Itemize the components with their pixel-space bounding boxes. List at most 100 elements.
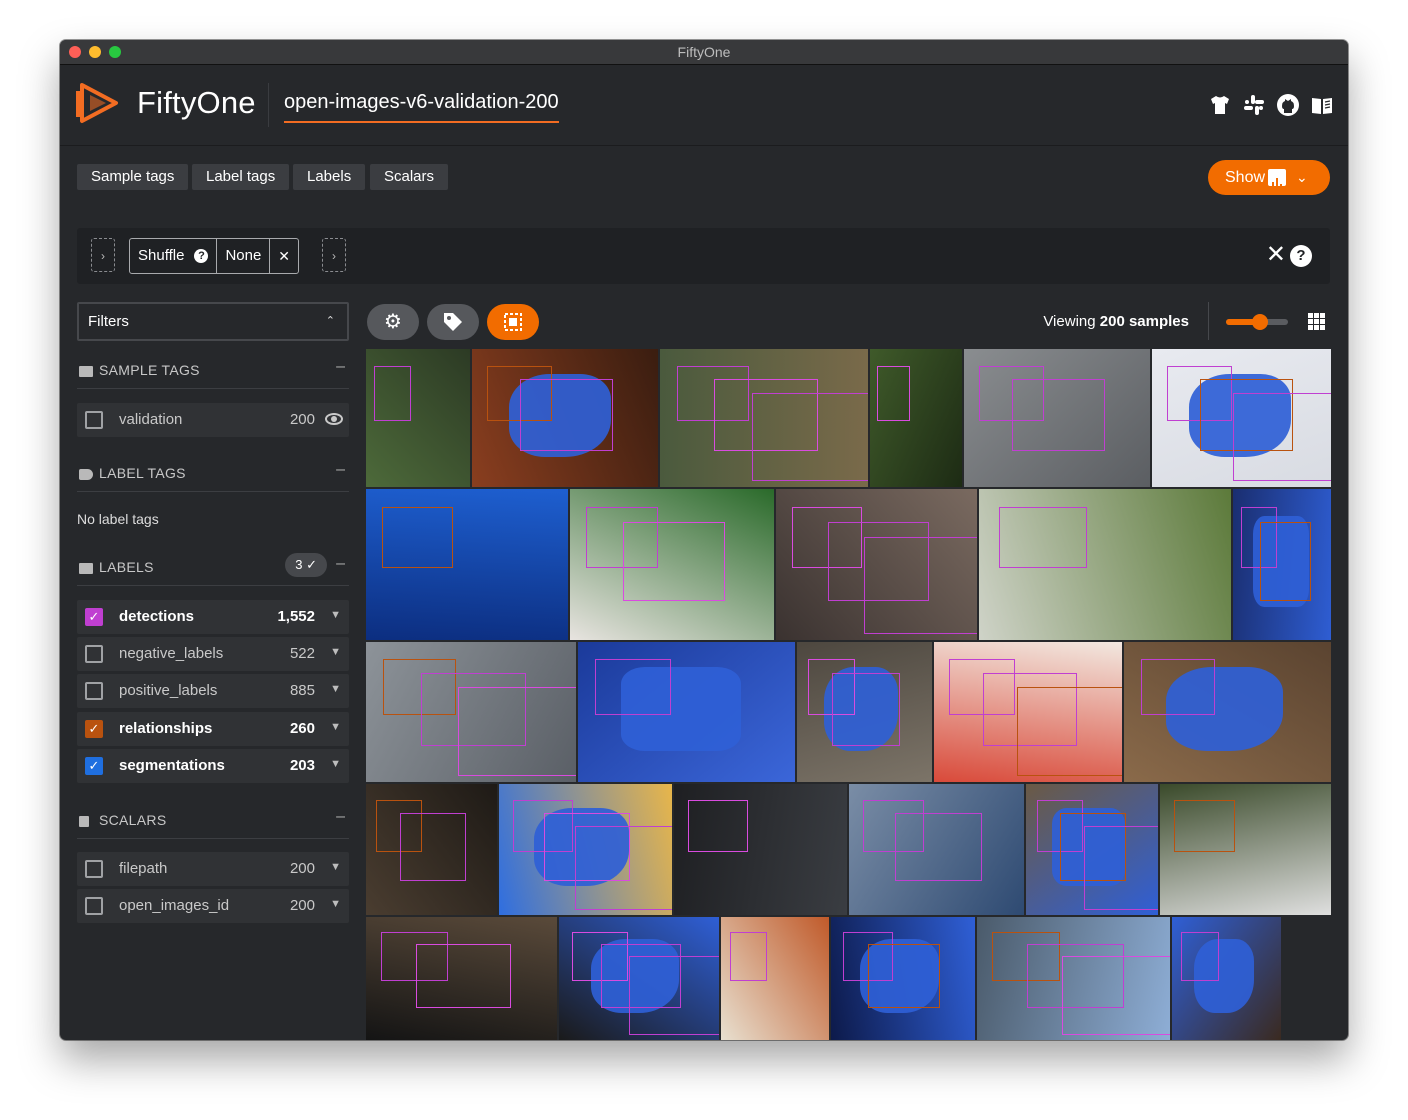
- sample-thumbnail[interactable]: [1124, 642, 1331, 782]
- detection-box: [623, 522, 726, 601]
- minimize-window-button[interactable]: [89, 46, 101, 58]
- zoom-slider-knob[interactable]: [1252, 314, 1269, 330]
- checkbox[interactable]: [85, 897, 103, 915]
- tag-name: validation: [119, 411, 183, 428]
- collapse-icon[interactable]: –: [336, 358, 345, 376]
- sample-thumbnail[interactable]: [674, 784, 847, 915]
- expand-arrow-icon[interactable]: ▼: [330, 861, 341, 873]
- remove-stage-icon[interactable]: ✕: [270, 239, 298, 273]
- close-window-button[interactable]: [69, 46, 81, 58]
- dataset-selector[interactable]: open-images-v6-validation-200: [284, 91, 559, 123]
- checkbox-checked[interactable]: ✓: [85, 757, 103, 775]
- sample-thumbnail[interactable]: [366, 784, 497, 915]
- sample-thumbnail[interactable]: [776, 489, 977, 640]
- github-icon[interactable]: [1276, 93, 1300, 117]
- filters-dropdown[interactable]: Filters ⌃: [77, 302, 349, 341]
- collapse-icon[interactable]: –: [336, 808, 345, 826]
- sample-thumbnail[interactable]: [1026, 784, 1158, 915]
- sample-thumbnail[interactable]: [499, 784, 672, 915]
- sample-thumbnail[interactable]: [366, 642, 576, 782]
- expand-arrow-icon[interactable]: ▼: [330, 898, 341, 910]
- add-stage-after[interactable]: ›: [322, 238, 346, 272]
- detection-box: [729, 931, 768, 981]
- checkbox[interactable]: [85, 682, 103, 700]
- show-panel-button[interactable]: Show ⌄: [1208, 160, 1330, 195]
- expand-arrow-icon[interactable]: ▼: [330, 609, 341, 621]
- sample-thumbnail[interactable]: [849, 784, 1024, 915]
- view-help-icon[interactable]: ?: [1290, 245, 1312, 267]
- settings-gear-icon[interactable]: ⚙: [367, 304, 419, 340]
- tab-scalars[interactable]: Scalars: [370, 164, 449, 190]
- sample-thumbnail[interactable]: [570, 489, 774, 640]
- sample-thumbnail[interactable]: [1233, 489, 1331, 640]
- maximize-window-button[interactable]: [109, 46, 121, 58]
- zoom-slider[interactable]: [1226, 314, 1288, 330]
- section-labels[interactable]: LABELS 3 ✓ –: [77, 553, 349, 586]
- add-stage-before[interactable]: ›: [91, 238, 115, 272]
- clear-view-icon[interactable]: ✕: [1266, 241, 1286, 269]
- help-circle-icon[interactable]: ?: [194, 249, 209, 263]
- selected-count-badge[interactable]: 3 ✓: [285, 553, 327, 577]
- slack-icon[interactable]: [1242, 93, 1266, 117]
- stage-name-cell[interactable]: Shuffle?: [130, 239, 218, 273]
- section-scalars[interactable]: SCALARS –: [77, 806, 349, 839]
- sample-thumbnail[interactable]: [964, 349, 1150, 487]
- tab-label-tags[interactable]: Label tags: [192, 164, 290, 190]
- sample-thumbnail[interactable]: [979, 489, 1231, 640]
- expand-arrow-icon[interactable]: ▼: [330, 758, 341, 770]
- label-field-row[interactable]: positive_labels 885 ▼: [77, 674, 349, 708]
- sample-thumbnail[interactable]: [559, 917, 719, 1040]
- grid-layout-icon[interactable]: [1308, 313, 1325, 330]
- sample-thumbnail[interactable]: [797, 642, 932, 782]
- sample-thumbnail[interactable]: [366, 349, 470, 487]
- sample-thumbnail[interactable]: [721, 917, 829, 1040]
- sample-thumbnail[interactable]: [366, 489, 568, 640]
- scalar-field-row[interactable]: filepath 200 ▼: [77, 852, 349, 886]
- eye-icon[interactable]: [325, 413, 343, 425]
- expand-arrow-icon[interactable]: ▼: [330, 683, 341, 695]
- field-name: relationships: [119, 720, 213, 737]
- selection-patches-icon[interactable]: [487, 304, 539, 340]
- label-field-row[interactable]: ✓ detections 1,552 ▼: [77, 600, 349, 634]
- tab-sample-tags[interactable]: Sample tags: [77, 164, 189, 190]
- checkbox[interactable]: [85, 860, 103, 878]
- docs-book-icon[interactable]: [1310, 93, 1334, 117]
- label-field-row[interactable]: ✓ segmentations 203 ▼: [77, 749, 349, 783]
- expand-arrow-icon[interactable]: ▼: [330, 646, 341, 658]
- detection-box: [832, 672, 900, 746]
- collapse-icon[interactable]: –: [336, 461, 345, 479]
- label-field-row[interactable]: negative_labels 522 ▼: [77, 637, 349, 671]
- sample-thumbnail[interactable]: [1160, 784, 1331, 915]
- view-stage-shuffle[interactable]: Shuffle? None ✕: [129, 238, 300, 274]
- section-label-tags[interactable]: LABEL TAGS –: [77, 459, 349, 492]
- sample-thumbnail[interactable]: [660, 349, 868, 487]
- checkbox-checked[interactable]: ✓: [85, 720, 103, 738]
- label-field-row[interactable]: ✓ relationships 260 ▼: [77, 712, 349, 746]
- tab-labels[interactable]: Labels: [293, 164, 366, 190]
- field-name: open_images_id: [119, 897, 230, 914]
- sample-thumbnail[interactable]: [578, 642, 795, 782]
- fiftyone-logo-icon[interactable]: [76, 81, 122, 125]
- sample-thumbnail[interactable]: [977, 917, 1170, 1040]
- sample-thumbnail[interactable]: [472, 349, 658, 487]
- sample-thumbnail[interactable]: [1172, 917, 1281, 1040]
- scalar-field-row[interactable]: open_images_id 200 ▼: [77, 889, 349, 923]
- no-label-tags-text: No label tags: [77, 511, 159, 527]
- tshirt-icon[interactable]: [1208, 93, 1232, 117]
- checkbox[interactable]: [85, 411, 103, 429]
- checkbox-checked[interactable]: ✓: [85, 608, 103, 626]
- sample-thumbnail[interactable]: [366, 917, 557, 1040]
- sample-thumbnail[interactable]: [934, 642, 1122, 782]
- section-sample-tags[interactable]: SAMPLE TAGS –: [77, 356, 349, 389]
- checkbox[interactable]: [85, 645, 103, 663]
- sample-thumbnail[interactable]: [831, 917, 975, 1040]
- brand-name[interactable]: FiftyOne: [137, 85, 256, 121]
- stage-param[interactable]: None: [217, 239, 271, 273]
- collapse-icon[interactable]: –: [336, 555, 345, 573]
- sample-tag-row[interactable]: validation 200: [77, 403, 349, 437]
- sample-thumbnail[interactable]: [1152, 349, 1331, 487]
- expand-arrow-icon[interactable]: ▼: [330, 721, 341, 733]
- detection-box: [687, 799, 749, 853]
- sample-thumbnail[interactable]: [870, 349, 962, 487]
- tag-icon[interactable]: [427, 304, 479, 340]
